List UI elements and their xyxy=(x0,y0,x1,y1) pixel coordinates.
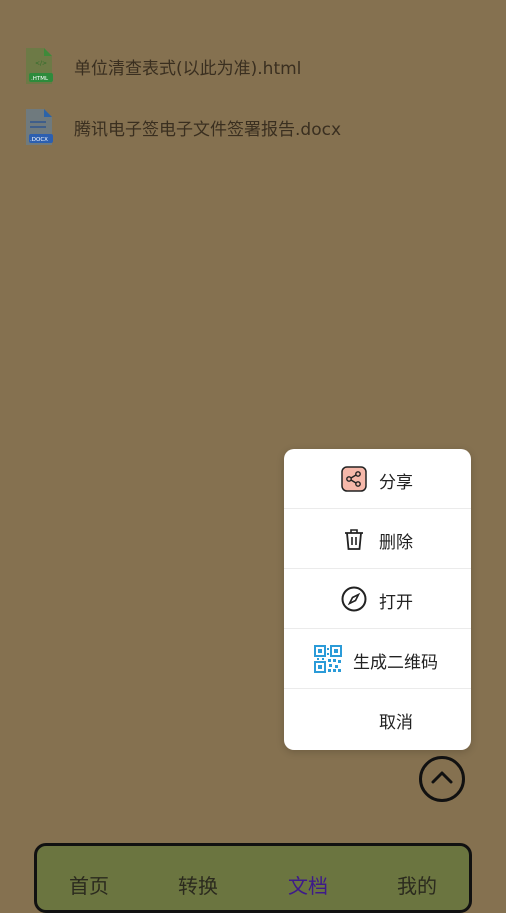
compass-icon xyxy=(341,586,367,612)
tab-mine[interactable]: 我的 xyxy=(397,870,437,899)
tab-convert[interactable]: 转换 xyxy=(178,870,218,899)
menu-label: 删除 xyxy=(379,533,413,553)
menu-label: 取消 xyxy=(379,713,413,733)
trash-icon xyxy=(341,526,367,552)
menu-item-open[interactable]: 打开 xyxy=(284,569,471,629)
svg-text:.HTML: .HTML xyxy=(31,76,49,82)
menu-label: 生成二维码 xyxy=(353,653,438,673)
action-menu: 分享 删除 打开 生成二维码 取消 xyxy=(284,449,471,750)
menu-label: 打开 xyxy=(379,593,413,613)
svg-text:</>: </> xyxy=(35,60,47,67)
file-name: 腾讯电子签电子文件签署报告.docx xyxy=(74,119,342,140)
scroll-to-top-button[interactable] xyxy=(419,756,465,802)
file-item-docx[interactable]: .DOCX 腾讯电子签电子文件签署报告.docx xyxy=(0,97,506,157)
file-name: 单位清查表式(以此为准).html xyxy=(74,58,302,79)
menu-item-qr[interactable]: 生成二维码 xyxy=(284,629,471,689)
svg-text:.DOCX: .DOCX xyxy=(30,137,48,143)
menu-item-cancel[interactable]: 取消 xyxy=(284,689,471,749)
chevron-up-icon xyxy=(430,769,454,789)
docx-file-icon: .DOCX xyxy=(24,108,54,146)
bottom-tab-bar: 首页 转换 文档 我的 xyxy=(34,843,472,913)
share-icon xyxy=(341,466,367,492)
html-file-icon: </> .HTML xyxy=(24,47,54,85)
menu-label: 分享 xyxy=(379,473,413,493)
tab-home[interactable]: 首页 xyxy=(69,870,109,899)
menu-item-delete[interactable]: 删除 xyxy=(284,509,471,569)
file-item-html[interactable]: </> .HTML 单位清查表式(以此为准).html xyxy=(0,36,506,96)
tab-documents[interactable]: 文档 xyxy=(288,870,328,899)
qr-code-icon xyxy=(314,645,342,673)
menu-item-share[interactable]: 分享 xyxy=(284,449,471,509)
